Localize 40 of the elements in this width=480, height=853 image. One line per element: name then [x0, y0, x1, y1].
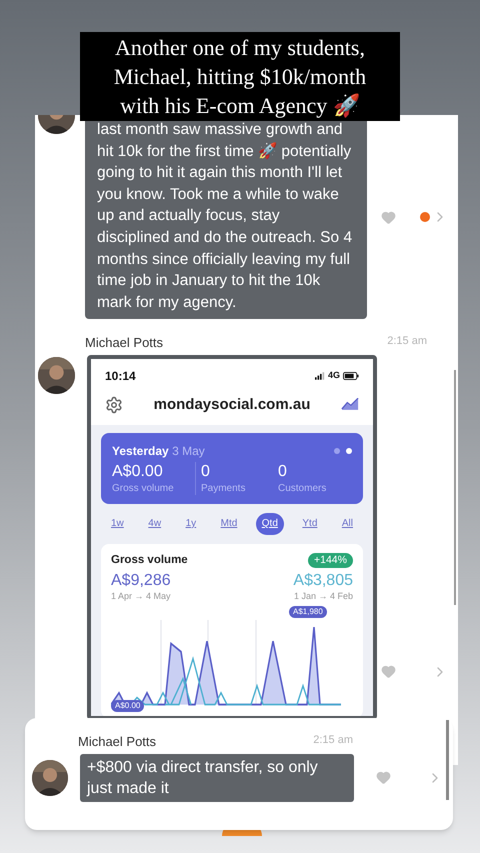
- heart-icon[interactable]: [376, 770, 391, 785]
- low-label: A$0.00: [111, 700, 144, 712]
- range-tab[interactable]: Mtd: [214, 512, 244, 535]
- previous-range: 1 Jan → 4 Feb: [294, 590, 353, 604]
- stat-value: 0: [201, 462, 211, 482]
- sender-name: Michael Potts: [85, 334, 164, 352]
- range-tab[interactable]: 1y: [180, 512, 202, 535]
- volume-title: Gross volume: [111, 552, 188, 568]
- range-tab[interactable]: Ytd: [296, 512, 324, 535]
- settings-icon[interactable]: [105, 396, 123, 414]
- range-tab[interactable]: 4w: [142, 512, 168, 535]
- stat-value: A$0.00: [112, 462, 164, 482]
- network-label: 4G: [328, 369, 340, 382]
- peak-label: A$1,980: [289, 606, 327, 618]
- current-range: 1 Apr → 4 May: [111, 590, 171, 604]
- site-title: mondaysocial.com.au: [154, 394, 310, 415]
- stat-label: Customers: [278, 482, 326, 495]
- current-volume: A$9,286: [111, 571, 171, 590]
- previous-volume: A$3,805: [293, 571, 353, 590]
- stat-label: Gross volume: [112, 482, 175, 495]
- message-time: 2:15 am: [387, 334, 427, 350]
- heart-icon[interactable]: [381, 664, 396, 680]
- battery-icon: [343, 372, 359, 380]
- stat-value: 0: [278, 462, 288, 482]
- caption: Another one of my students, Michael, hitting $10k/month with his E-com Agency 🚀: [80, 32, 400, 121]
- scrollbar[interactable]: [454, 370, 456, 605]
- message-bubble: +$800 via direct transfer, so only just made it: [80, 754, 354, 802]
- summary-date: Yesterday 3 May: [112, 442, 205, 460]
- range-tab[interactable]: 1w: [105, 512, 130, 535]
- range-tab[interactable]: Qtd: [256, 512, 284, 535]
- change-badge: +144%: [308, 552, 353, 568]
- signal-icon: [314, 372, 325, 380]
- range-tab[interactable]: All: [336, 512, 359, 535]
- message-time: 2:15 am: [313, 733, 353, 748]
- stat-label: Payments: [201, 482, 246, 495]
- sender-name: Michael Potts: [78, 733, 156, 751]
- chart-icon[interactable]: [341, 398, 359, 412]
- heart-icon[interactable]: [381, 210, 396, 225]
- scrollbar[interactable]: [446, 720, 449, 800]
- status-time: 10:14: [105, 368, 136, 385]
